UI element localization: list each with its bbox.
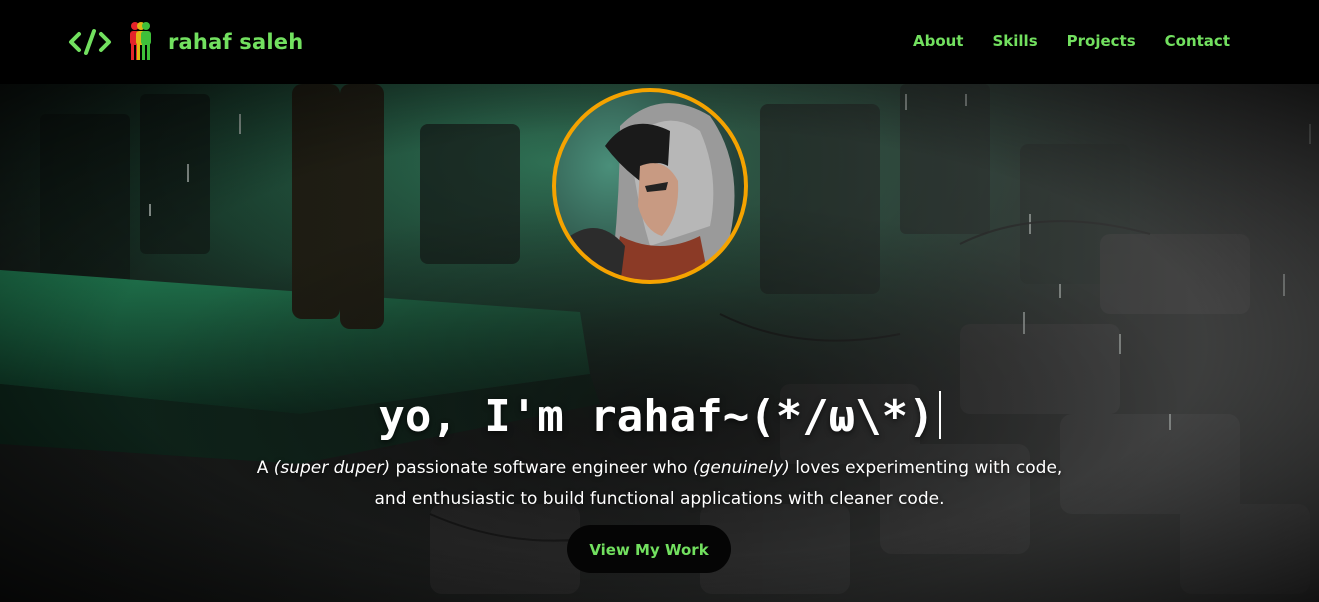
- tagline-line2: and enthusiastic to build functional app…: [374, 489, 945, 509]
- nav-link-contact[interactable]: Contact: [1165, 31, 1230, 51]
- code-brackets-icon: [68, 26, 112, 58]
- tagline-suffix: loves experimenting with code,: [789, 458, 1063, 478]
- people-silhouette-icon: [126, 20, 154, 64]
- nav-link-about[interactable]: About: [913, 31, 964, 51]
- hero-headline-text: yo, I'm rahaf~(*/ω\*): [378, 391, 935, 443]
- brand-logo-link[interactable]: rahaf saleh: [68, 18, 303, 66]
- hero-section: yo, I'm rahaf~(*/ω\*) A (super duper) pa…: [0, 84, 1319, 602]
- page: rahaf saleh About Skills Projects Contac…: [0, 0, 1319, 602]
- brand-name: rahaf saleh: [168, 30, 304, 54]
- nav-link-skills[interactable]: Skills: [992, 31, 1037, 51]
- tagline-emphasis-genuinely: (genuinely): [692, 458, 790, 478]
- tagline-middle: passionate software engineer who: [390, 458, 693, 478]
- view-my-work-button[interactable]: View My Work: [567, 525, 731, 573]
- hero-headline: yo, I'm rahaf~(*/ω\*): [0, 389, 1319, 445]
- tagline-emphasis-super-duper: (super duper): [273, 458, 391, 478]
- hero-tagline: A (super duper) passionate software engi…: [0, 453, 1319, 515]
- nav-links: About Skills Projects Contact: [884, 31, 1230, 51]
- typing-cursor: [938, 391, 941, 440]
- navbar: rahaf saleh About Skills Projects Contac…: [0, 0, 1319, 84]
- nav-link-projects[interactable]: Projects: [1067, 31, 1136, 51]
- tagline-prefix: A: [256, 458, 274, 478]
- profile-avatar: [550, 86, 750, 286]
